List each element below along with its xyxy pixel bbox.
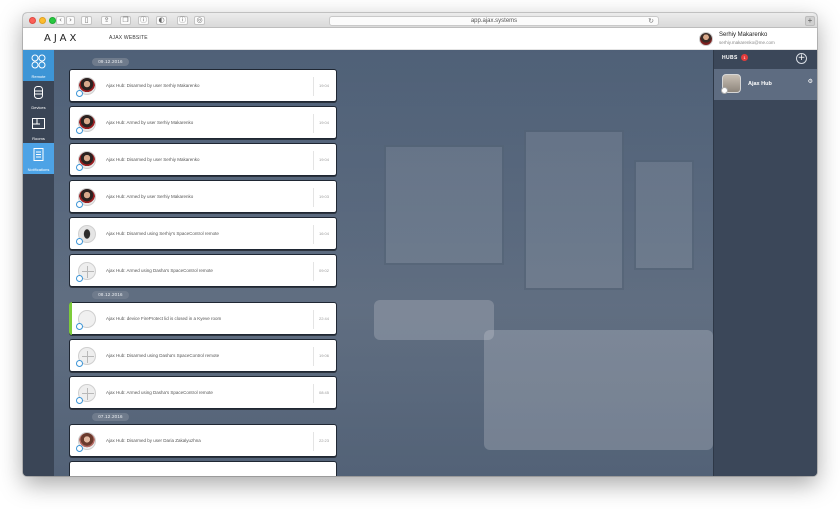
notification-feed: 09.12.2016 Ajax Hub: Disarmed by user Se…: [69, 58, 337, 476]
nav-rooms[interactable]: Rooms: [23, 112, 54, 143]
devices-icon: [34, 86, 43, 99]
notification-time: 09:02: [318, 268, 329, 273]
notification-item[interactable]: Ajax Hub: Armed by user Serhiy Makarenko…: [69, 180, 337, 213]
sidebar-icon[interactable]: ▯: [81, 16, 92, 25]
date-header: 09.12.2016: [92, 58, 129, 66]
notification-item[interactable]: Ajax Hub: Disarmed by user Serhiy Makare…: [69, 69, 337, 102]
address-bar[interactable]: app.ajax.systems ↻: [329, 16, 659, 26]
notification-item[interactable]: Ajax Hub: Armed using Dasha's SpaceContr…: [69, 254, 337, 287]
url-text: app.ajax.systems: [470, 18, 518, 24]
date-header: 08.12.2016: [92, 291, 129, 299]
hubs-panel: HUBS 1 + Ajax Hub ⚙: [713, 50, 817, 476]
reader-icon[interactable]: ◐: [156, 16, 167, 25]
background-window: [634, 160, 694, 270]
status-badge-icon: [76, 445, 83, 452]
left-nav: Remote Devices Rooms Notifications: [23, 50, 58, 476]
website-link[interactable]: AJAX WEBSITE: [109, 35, 148, 41]
notification-item[interactable]: Ajax Hub: Armed by user Serhiy Makarenko…: [69, 106, 337, 139]
browser-toolbar: ‹ › ▯ ⇪ ❐ ⓘ ◐ ⓘ ◎ app.ajax.systems ↻ +: [23, 13, 817, 28]
hubs-count-badge: 1: [741, 54, 748, 61]
tabs-icon[interactable]: ❐: [120, 16, 131, 25]
notification-time: 19:04: [318, 120, 329, 125]
close-window-button[interactable]: [29, 17, 36, 24]
notification-time: 19:03: [318, 194, 329, 199]
hubs-header: HUBS 1 +: [714, 50, 817, 67]
forward-icon[interactable]: ›: [66, 16, 75, 25]
share-icon[interactable]: ⇪: [101, 16, 112, 25]
nav-notifications[interactable]: Notifications: [23, 143, 58, 174]
notification-time: 22:23: [318, 438, 329, 443]
status-badge-icon: [76, 397, 83, 404]
notification-time: 19:04: [318, 157, 329, 162]
notification-item[interactable]: Ajax Hub: Armed using Dasha's SpaceContr…: [69, 376, 337, 409]
status-badge-icon: [76, 127, 83, 134]
background-window: [524, 130, 624, 290]
add-hub-button[interactable]: +: [796, 53, 807, 64]
background-table: [374, 300, 494, 340]
hubs-title: HUBS: [722, 55, 738, 61]
status-badge-icon: [76, 90, 83, 97]
nav-devices[interactable]: Devices: [23, 81, 54, 112]
nav-notifications-label: Notifications: [27, 167, 50, 172]
date-header: 07.12.2016: [92, 413, 129, 421]
nav-remote[interactable]: Remote: [23, 50, 54, 81]
notification-message: Ajax Hub: device FireProtect lid is clos…: [106, 316, 222, 321]
notification-message: Ajax Hub: Armed using Dasha's SpaceContr…: [106, 268, 213, 273]
background-sofa: [484, 330, 713, 450]
notification-item-partial[interactable]: [69, 461, 337, 476]
notification-item[interactable]: Ajax Hub: Disarmed by user Serhiy Makare…: [69, 143, 337, 176]
reload-icon[interactable]: ↻: [648, 17, 654, 25]
notifications-icon: [33, 148, 44, 161]
remote-icon: [31, 54, 46, 69]
gear-icon[interactable]: ⚙: [808, 78, 813, 85]
status-badge-icon: [76, 164, 83, 171]
notification-message: Ajax Hub: Disarmed by user Daria Zakalyu…: [106, 438, 201, 443]
notification-message: Ajax Hub: Armed by user Serhiy Makarenko: [106, 194, 194, 199]
notification-item[interactable]: Ajax Hub: Disarmed using Serhiy's SpaceC…: [69, 217, 337, 250]
hub-item[interactable]: Ajax Hub ⚙: [714, 69, 817, 100]
hub-name: Ajax Hub: [748, 81, 772, 87]
notification-item[interactable]: Ajax Hub: device FireProtect lid is clos…: [69, 302, 337, 335]
notification-item[interactable]: Ajax Hub: Disarmed by user Daria Zakalyu…: [69, 424, 337, 457]
notification-time: 16:04: [318, 231, 329, 236]
nav-remote-label: Remote: [31, 74, 46, 79]
background-window: [384, 145, 504, 265]
hub-status-icon: [721, 87, 728, 94]
status-badge-icon: [76, 201, 83, 208]
notification-time: 22:44: [318, 316, 329, 321]
info-icon[interactable]: ⓘ: [138, 16, 149, 25]
browser-window: ‹ › ▯ ⇪ ❐ ⓘ ◐ ⓘ ◎ app.ajax.systems ↻ + A…: [23, 13, 817, 476]
status-badge-icon: [76, 238, 83, 245]
user-avatar[interactable]: [699, 32, 713, 46]
notifications-panel: 09.12.2016 Ajax Hub: Disarmed by user Se…: [54, 50, 713, 476]
status-badge-icon: [76, 275, 83, 282]
user-email: serhiy.makarenko@me.com: [719, 40, 775, 45]
minimize-window-button[interactable]: [39, 17, 46, 24]
rooms-icon: [32, 118, 45, 129]
extension-icon[interactable]: ⓘ: [177, 16, 188, 25]
ajax-logo[interactable]: AJAX: [44, 33, 79, 44]
notification-message: Ajax Hub: Armed by user Serhiy Makarenko: [106, 120, 194, 125]
nav-devices-label: Devices: [31, 105, 46, 110]
nav-rooms-label: Rooms: [32, 136, 45, 141]
notification-time: 19:06: [318, 353, 329, 358]
notification-item[interactable]: Ajax Hub: Disarmed using Dasha's SpaceCo…: [69, 339, 337, 372]
hub-icon: [721, 74, 741, 94]
zoom-window-button[interactable]: [49, 17, 56, 24]
notification-message: Ajax Hub: Disarmed by user Serhiy Makare…: [106, 83, 200, 88]
notification-message: Ajax Hub: Disarmed using Serhiy's SpaceC…: [106, 231, 219, 236]
notification-message: Ajax Hub: Disarmed by user Serhiy Makare…: [106, 157, 200, 162]
notification-time: 08:45: [318, 390, 329, 395]
notification-message: Ajax Hub: Armed using Dasha's SpaceContr…: [106, 390, 213, 395]
new-tab-button[interactable]: +: [805, 16, 815, 26]
status-badge-icon: [76, 360, 83, 367]
notification-time: 19:04: [318, 83, 329, 88]
notification-message: Ajax Hub: Disarmed using Dasha's SpaceCo…: [106, 353, 220, 358]
back-icon[interactable]: ‹: [56, 16, 65, 25]
user-name[interactable]: Serhiy Makarenko: [719, 32, 767, 38]
app-header: AJAX AJAX WEBSITE Serhiy Makarenko serhi…: [23, 28, 817, 50]
status-badge-icon: [76, 323, 83, 330]
globe-icon[interactable]: ◎: [194, 16, 205, 25]
